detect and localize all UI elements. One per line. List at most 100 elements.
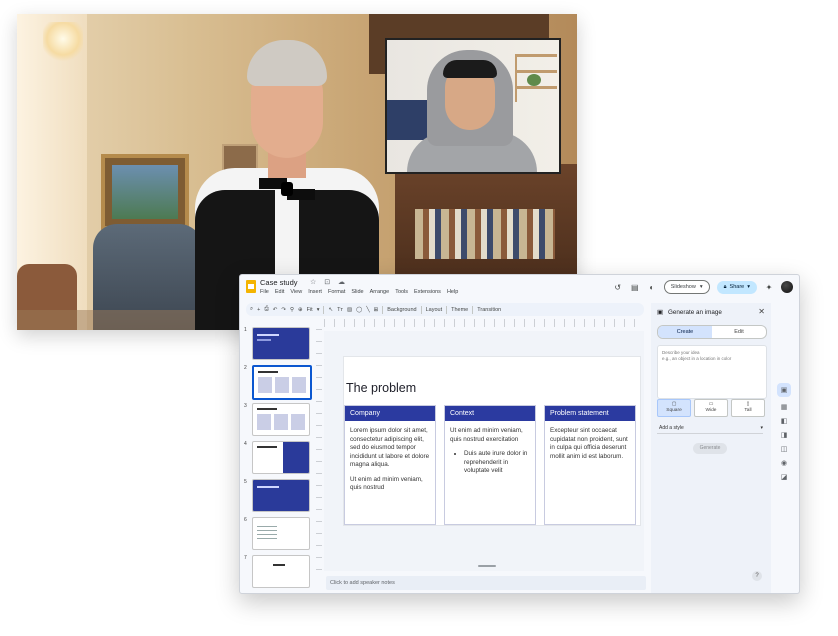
- lamp: [43, 22, 83, 64]
- menu-tools[interactable]: Tools: [395, 289, 408, 295]
- menu-arrange[interactable]: Arrange: [370, 289, 390, 295]
- meet-icon[interactable]: ◐: [647, 282, 657, 292]
- column-paragraph: Ut enim ad minim veniam, quis nostrud ex…: [450, 427, 523, 443]
- avatar[interactable]: [781, 281, 793, 293]
- slide-title[interactable]: The problem: [346, 381, 416, 395]
- share-button[interactable]: 🔒︎ Share ▾: [716, 280, 757, 294]
- transition-button[interactable]: Transition: [477, 307, 501, 313]
- document-title[interactable]: Case study: [260, 278, 298, 287]
- slide-thumbnail[interactable]: [252, 555, 310, 588]
- tasks-icon[interactable]: ◨: [780, 431, 788, 439]
- column-context[interactable]: Context Ut enim ad minim veniam, quis no…: [444, 405, 536, 525]
- slide-thumbnail[interactable]: [252, 517, 310, 550]
- addon-icon[interactable]: ◪: [780, 473, 788, 481]
- style-label: Add a style: [659, 425, 684, 431]
- panel-header: ▣ Generate an image: [657, 309, 722, 316]
- speaker-notes[interactable]: Click to add speaker notes: [326, 576, 646, 590]
- current-slide[interactable]: The problem Company Lorem ipsum dolor si…: [344, 357, 640, 525]
- layout-button[interactable]: Layout: [426, 307, 443, 313]
- redo-icon[interactable]: ↷: [281, 307, 286, 313]
- divider: [382, 305, 384, 314]
- slides-logo-icon[interactable]: [246, 280, 256, 293]
- comment-icon[interactable]: ⊞: [374, 307, 379, 313]
- text-box-icon[interactable]: Tт: [337, 307, 343, 313]
- column-heading: Company: [345, 406, 435, 421]
- calendar-icon[interactable]: ▦: [780, 403, 788, 411]
- contacts-icon[interactable]: ◫: [780, 445, 788, 453]
- ratio-label: Wide: [705, 408, 717, 413]
- column-heading: Problem statement: [545, 406, 635, 421]
- chevron-down-icon[interactable]: ▾: [700, 284, 703, 290]
- style-dropdown[interactable]: Add a style ▾: [657, 423, 763, 434]
- slideshow-label: Slideshow: [670, 284, 696, 290]
- chevron-down-icon: ▾: [747, 284, 750, 290]
- zoom-icon[interactable]: ⊕: [298, 307, 303, 313]
- close-icon[interactable]: ✕: [758, 307, 765, 316]
- line-icon[interactable]: ╲: [366, 307, 369, 313]
- slide-thumbnail-selected[interactable]: [252, 365, 312, 400]
- toolbar: ⌕ + ⎙ ↶ ↷ ⚲ ⊕ Fit ▾ ↖ Tт ▨ ◯ ╲ ⊞ Backgro…: [246, 303, 644, 316]
- slide-thumbnail[interactable]: [252, 441, 310, 474]
- prompt-input[interactable]: Describe your idea e.g., an object in a …: [657, 345, 767, 399]
- menu-view[interactable]: View: [290, 289, 302, 295]
- menu-edit[interactable]: Edit: [275, 289, 284, 295]
- generate-image-icon[interactable]: ▣: [777, 383, 791, 397]
- hint-icon[interactable]: ?: [752, 571, 762, 581]
- theme-button[interactable]: Theme: [451, 307, 468, 313]
- slide-number: 2: [244, 365, 247, 371]
- slide-thumbnail[interactable]: [252, 327, 310, 360]
- tab-edit[interactable]: Edit: [712, 326, 766, 338]
- column-heading: Context: [445, 406, 535, 421]
- column-company[interactable]: Company Lorem ipsum dolor sit amet, cons…: [344, 405, 436, 525]
- keep-icon[interactable]: ◧: [780, 417, 788, 425]
- slide-number: 7: [244, 555, 247, 561]
- column-body: Excepteur sint occaecat cupidatat non pr…: [545, 421, 635, 473]
- undo-icon[interactable]: ↶: [273, 307, 278, 313]
- history-icon[interactable]: ↺: [613, 282, 623, 292]
- column-problem-statement[interactable]: Problem statement Excepteur sint occaeca…: [544, 405, 636, 525]
- slide-number: 4: [244, 441, 247, 447]
- generate-button[interactable]: Generate: [693, 443, 727, 454]
- tab-create[interactable]: Create: [658, 326, 712, 338]
- shape-icon[interactable]: ◯: [356, 307, 362, 313]
- vertical-ruler: [316, 329, 322, 579]
- slide-number: 3: [244, 403, 247, 409]
- slide-number: 6: [244, 517, 247, 523]
- column-body: Ut enim ad minim veniam, quis nostrud ex…: [445, 421, 535, 482]
- comments-icon[interactable]: ▤: [630, 282, 640, 292]
- menu-insert[interactable]: Insert: [308, 289, 322, 295]
- new-slide-icon[interactable]: +: [257, 307, 260, 313]
- image-icon[interactable]: ▨: [347, 307, 352, 313]
- menu-format[interactable]: Format: [328, 289, 345, 295]
- divider: [446, 305, 448, 314]
- background-button[interactable]: Background: [387, 307, 416, 313]
- menu-slide[interactable]: Slide: [351, 289, 363, 295]
- menu-file[interactable]: File: [260, 289, 269, 295]
- title-bar: Case study ☆ ⊡ ☁ File Edit View Insert F…: [240, 275, 799, 301]
- menu-bar: File Edit View Insert Format Slide Arran…: [260, 289, 458, 295]
- ratio-tall-button[interactable]: ▯ Tall: [731, 399, 765, 417]
- ratio-square-button[interactable]: ▢ Square: [657, 399, 691, 417]
- slide-canvas[interactable]: The problem Company Lorem ipsum dolor si…: [324, 331, 644, 571]
- guest-video-tile[interactable]: [385, 38, 561, 174]
- menu-extensions[interactable]: Extensions: [414, 289, 441, 295]
- horizontal-ruler: [324, 319, 644, 327]
- chevron-down-icon: ▾: [760, 425, 763, 431]
- slideshow-button[interactable]: Slideshow ▾: [663, 280, 710, 294]
- divider: [472, 305, 474, 314]
- chevron-down-icon[interactable]: ▾: [317, 307, 320, 313]
- lock-icon: 🔒︎: [723, 283, 727, 290]
- zoom-select[interactable]: Fit: [307, 307, 313, 313]
- ratio-wide-button[interactable]: ▭ Wide: [694, 399, 728, 417]
- select-icon[interactable]: ↖: [328, 307, 333, 313]
- gemini-icon[interactable]: ✦: [764, 282, 774, 292]
- paint-format-icon[interactable]: ⚲: [290, 307, 294, 313]
- slide-thumbnail[interactable]: [252, 479, 310, 512]
- menu-help[interactable]: Help: [447, 289, 458, 295]
- print-icon[interactable]: ⎙: [264, 306, 268, 313]
- search-icon[interactable]: ⌕: [250, 306, 253, 313]
- maps-icon[interactable]: ◉: [780, 459, 788, 467]
- notes-resize-handle[interactable]: [478, 565, 496, 567]
- slide-thumbnail[interactable]: [252, 403, 310, 436]
- title-action-icons[interactable]: ☆ ⊡ ☁: [310, 278, 348, 286]
